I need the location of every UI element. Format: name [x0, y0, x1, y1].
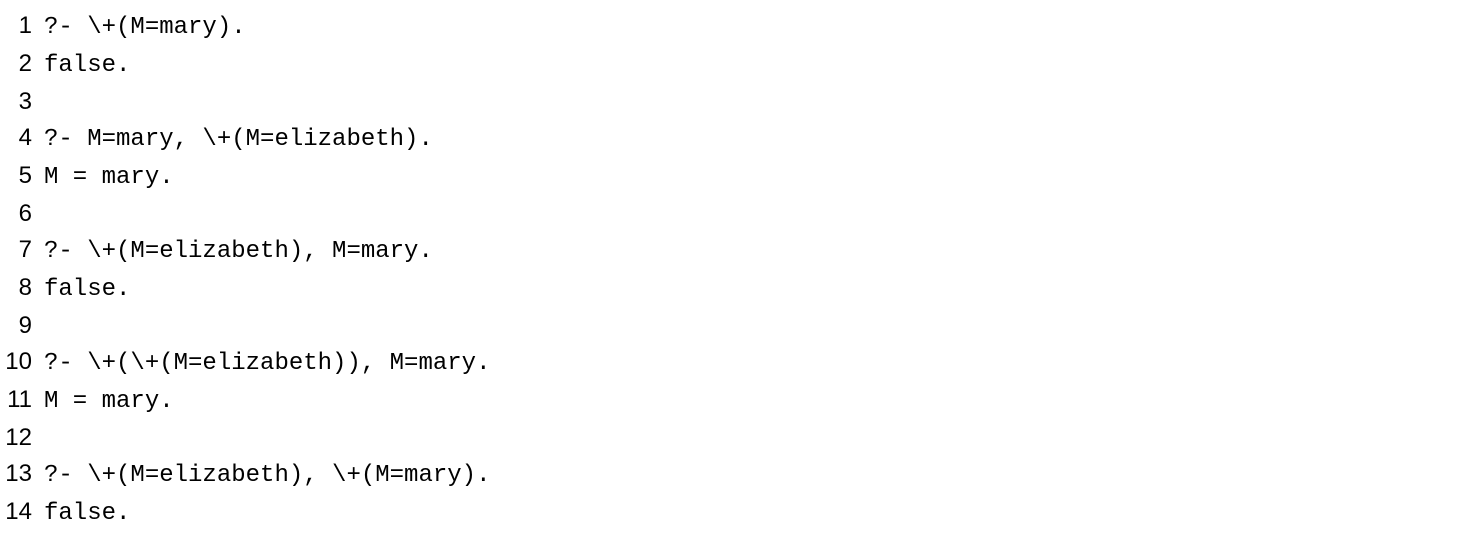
code-line: 10 ?- \+(\+(M=elizabeth)), M=mary. — [0, 344, 1470, 382]
line-number: 1 — [0, 8, 44, 44]
line-number: 2 — [0, 46, 44, 82]
line-number: 5 — [0, 158, 44, 194]
line-number: 6 — [0, 196, 44, 232]
line-content: ?- \+(\+(M=elizabeth)), M=mary. — [44, 346, 490, 382]
line-content: ?- \+(M=elizabeth), M=mary. — [44, 234, 433, 270]
line-number: 14 — [0, 494, 44, 530]
code-line: 8 false. — [0, 270, 1470, 308]
code-listing: 1 ?- \+(M=mary). 2 false. 3 4 ?- M=mary,… — [0, 8, 1470, 532]
code-line: 4 ?- M=mary, \+(M=elizabeth). — [0, 120, 1470, 158]
code-line: 2 false. — [0, 46, 1470, 84]
code-line: 13 ?- \+(M=elizabeth), \+(M=mary). — [0, 456, 1470, 494]
line-content: false. — [44, 48, 130, 84]
line-content: M = mary. — [44, 384, 174, 420]
line-number: 10 — [0, 344, 44, 380]
code-line: 6 — [0, 196, 1470, 232]
code-line: 11 M = mary. — [0, 382, 1470, 420]
line-content: ?- \+(M=elizabeth), \+(M=mary). — [44, 458, 490, 494]
code-line: 12 — [0, 420, 1470, 456]
line-content: false. — [44, 496, 130, 532]
line-content: false. — [44, 272, 130, 308]
line-number: 4 — [0, 120, 44, 156]
code-line: 3 — [0, 84, 1470, 120]
line-content: ?- \+(M=mary). — [44, 10, 246, 46]
code-line: 5 M = mary. — [0, 158, 1470, 196]
line-number: 7 — [0, 232, 44, 268]
line-number: 8 — [0, 270, 44, 306]
line-number: 12 — [0, 420, 44, 456]
code-line: 9 — [0, 308, 1470, 344]
code-line: 14 false. — [0, 494, 1470, 532]
code-line: 7 ?- \+(M=elizabeth), M=mary. — [0, 232, 1470, 270]
line-number: 9 — [0, 308, 44, 344]
code-line: 1 ?- \+(M=mary). — [0, 8, 1470, 46]
line-content: ?- M=mary, \+(M=elizabeth). — [44, 122, 433, 158]
line-number: 11 — [0, 382, 44, 418]
line-content: M = mary. — [44, 160, 174, 196]
line-number: 3 — [0, 84, 44, 120]
line-number: 13 — [0, 456, 44, 492]
